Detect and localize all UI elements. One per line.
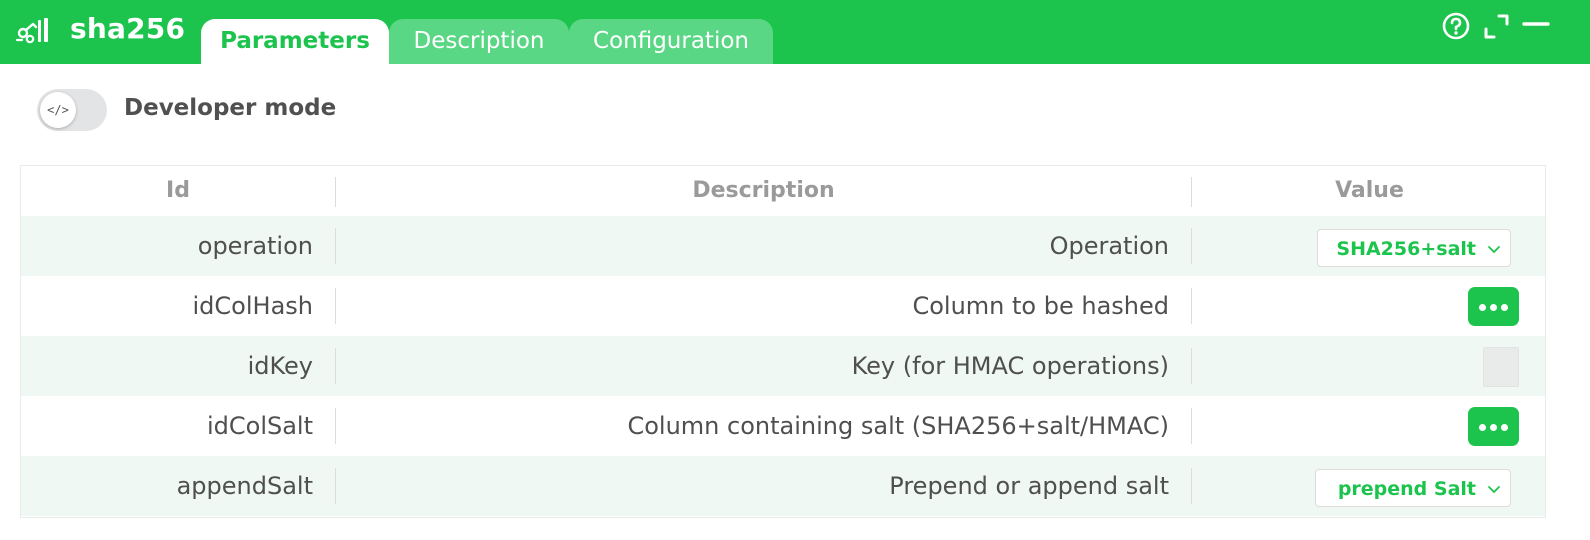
column-header-id: Id [166, 178, 190, 203]
operation-select[interactable]: SHA256+salt [1317, 229, 1511, 267]
more-button[interactable] [1468, 407, 1519, 446]
developer-mode-toggle[interactable]: </> [37, 89, 107, 131]
key-input[interactable] [1483, 347, 1519, 387]
row-description: Prepend or append salt [889, 472, 1169, 500]
column-divider [1191, 348, 1192, 384]
more-icon [1479, 304, 1486, 311]
row-description: Column containing salt (SHA256+salt/HMAC… [627, 412, 1169, 440]
more-icon [1501, 304, 1508, 311]
row-description: Key (for HMAC operations) [851, 352, 1169, 380]
code-icon: </> [40, 92, 76, 128]
minimize-icon[interactable] [1521, 10, 1551, 42]
select-value: prepend Salt [1337, 478, 1476, 500]
column-header-value: Value [1335, 178, 1404, 203]
tab-description[interactable]: Description [389, 19, 569, 64]
row-id: appendSalt [176, 472, 313, 500]
column-divider [1191, 468, 1192, 504]
table-row: operation Operation SHA256+salt [21, 216, 1545, 276]
column-divider [335, 468, 336, 504]
processor-logo-icon [14, 14, 50, 46]
more-icon [1490, 304, 1497, 311]
more-icon [1479, 424, 1486, 431]
column-divider [335, 408, 336, 444]
chevron-down-icon [1488, 246, 1500, 254]
table-row: idKey Key (for HMAC operations) [21, 336, 1545, 396]
column-divider [335, 288, 336, 324]
column-header-description: Description [692, 178, 835, 203]
more-icon [1501, 424, 1508, 431]
chevron-down-icon [1488, 486, 1500, 494]
developer-mode-label: Developer mode [124, 95, 337, 121]
more-icon [1490, 424, 1497, 431]
tab-parameters[interactable]: Parameters [201, 19, 389, 64]
row-id: operation [197, 232, 313, 260]
row-id: idColHash [192, 292, 313, 320]
expand-icon[interactable] [1482, 10, 1512, 42]
row-description: Operation [1049, 232, 1169, 260]
row-description: Column to be hashed [912, 292, 1169, 320]
table-row: idColSalt Column containing salt (SHA256… [21, 396, 1545, 456]
column-divider [335, 228, 336, 264]
app-title: sha256 [70, 12, 186, 45]
column-divider [1191, 228, 1192, 264]
column-divider [1191, 288, 1192, 324]
table-row: idColHash Column to be hashed [21, 276, 1545, 336]
tab-configuration[interactable]: Configuration [569, 19, 773, 64]
append-salt-select[interactable]: prepend Salt [1315, 469, 1511, 507]
row-id: idColSalt [206, 412, 313, 440]
column-divider [335, 348, 336, 384]
more-button[interactable] [1468, 287, 1519, 326]
row-id: idKey [247, 352, 313, 380]
column-divider [1191, 408, 1192, 444]
parameters-table: Id Description Value operation Operation… [20, 165, 1546, 518]
table-row: appendSalt Prepend or append salt prepen… [21, 456, 1545, 516]
help-icon[interactable] [1441, 10, 1471, 42]
app-header: sha256 Parameters Description Configurat… [0, 0, 1590, 64]
select-value: SHA256+salt [1336, 238, 1476, 260]
